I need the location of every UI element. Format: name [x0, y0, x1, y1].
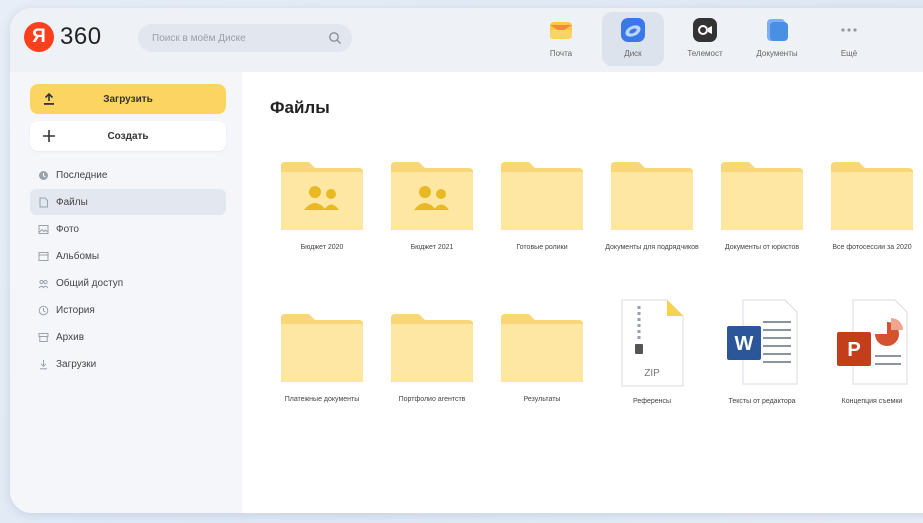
app-disk[interactable]: Диск [602, 12, 664, 66]
file-name: Документы для подрядчиков [605, 244, 699, 251]
app-telemost-label: Телемост [687, 49, 723, 58]
folder-icon [391, 314, 473, 382]
main-content: Файлы Бюджет 2020 Бюджет 2021 Готовые ро… [242, 72, 923, 513]
app-more[interactable]: Ещё [818, 12, 880, 66]
file-name: Концепция съемки [841, 398, 903, 405]
folder-icon [501, 162, 583, 230]
telemost-icon [693, 18, 717, 42]
app-documents-label: Документы [756, 49, 798, 58]
yandex-logo-icon: Я [24, 22, 54, 52]
file-item[interactable]: P Концепция съемки [822, 298, 922, 406]
sidebar-item-label: Фото [56, 223, 79, 235]
svg-text:W: W [735, 333, 754, 355]
logo-text: 360 [60, 23, 102, 50]
file-name: Референсы [632, 398, 672, 405]
sidebar-nav: Последние Файлы Фото Альбомы Общий досту… [30, 162, 226, 378]
folder-icon [501, 314, 583, 382]
disk-icon [621, 18, 645, 42]
sidebar-item-history[interactable]: История [30, 297, 226, 323]
sidebar-item-label: Альбомы [56, 250, 100, 262]
file-item[interactable]: ZIP Референсы [602, 298, 702, 406]
sidebar-item-downloads[interactable]: Загрузки [30, 351, 226, 377]
app-disk-label: Диск [624, 49, 642, 58]
create-button[interactable]: Создать [30, 121, 226, 151]
folder-item[interactable]: Результаты [492, 310, 592, 404]
mail-icon [550, 22, 572, 39]
app-switcher: Почта Диск Телемост Документы Ещё [530, 12, 890, 66]
folder-icon [281, 314, 363, 382]
zip-file-icon: ZIP [621, 299, 684, 387]
folder-icon [611, 162, 693, 230]
file-name: Бюджет 2021 [410, 244, 454, 251]
sidebar-item-files[interactable]: Файлы [30, 189, 226, 215]
documents-icon [767, 19, 788, 41]
sidebar-item-label: Архив [56, 331, 85, 343]
page-title: Файлы [270, 98, 330, 117]
history-icon [38, 305, 49, 315]
svg-text:P: P [847, 339, 860, 361]
sidebar-item-photo[interactable]: Фото [30, 216, 226, 242]
file-name: Документы от юристов [724, 244, 800, 251]
app-more-label: Ещё [840, 49, 858, 58]
folder-icon [831, 162, 913, 230]
sidebar-item-albums[interactable]: Альбомы [30, 243, 226, 269]
file-name: Готовые ролики [516, 244, 568, 251]
clock-icon [39, 170, 48, 180]
sidebar-item-archive[interactable]: Архив [30, 324, 226, 350]
upload-icon [44, 92, 54, 105]
file-name: Портфолио агентств [398, 396, 466, 403]
file-item[interactable]: W Тексты от редактора [712, 298, 812, 406]
folder-item[interactable]: Бюджет 2020 [272, 158, 372, 252]
folder-item[interactable]: Бюджет 2021 [382, 158, 482, 252]
shared-folder-icon [281, 162, 363, 230]
file-name: Платежные документы [284, 396, 360, 403]
powerpoint-document-icon: P [837, 299, 908, 385]
sidebar-item-label: Последние [56, 169, 108, 181]
folder-icon [721, 162, 803, 230]
folder-item[interactable]: Документы для подрядчиков [602, 158, 702, 252]
app-mail[interactable]: Почта [530, 12, 592, 66]
sidebar-item-recent[interactable]: Последние [30, 162, 226, 188]
app-documents[interactable]: Документы [746, 12, 808, 66]
app-telemost[interactable]: Телемост [674, 12, 736, 66]
folder-item[interactable]: Готовые ролики [492, 158, 592, 252]
yandex-360-logo[interactable]: Я 360 [24, 22, 102, 52]
folder-item[interactable]: Документы от юристов [712, 158, 812, 252]
sidebar: Загрузить Создать Последние Файлы Фото А… [10, 72, 242, 513]
folder-item[interactable]: Платежные документы [272, 310, 372, 404]
search-bar[interactable] [138, 24, 352, 52]
download-icon [40, 359, 47, 369]
more-icon [841, 28, 857, 32]
album-icon [38, 251, 49, 261]
sidebar-item-label: Загрузки [56, 358, 97, 370]
word-document-icon: W [727, 299, 798, 385]
file-name: Бюджет 2020 [300, 244, 344, 251]
create-button-label: Создать [107, 130, 149, 142]
file-name: Тексты от редактора [728, 398, 796, 405]
file-icon [39, 197, 48, 207]
file-name: Результаты [523, 396, 561, 403]
share-icon [38, 279, 49, 288]
photo-icon [38, 224, 49, 234]
search-icon[interactable] [328, 31, 342, 45]
file-name: Все фотосессии за 2020 [832, 244, 912, 251]
sidebar-item-label: Файлы [56, 196, 88, 208]
search-input[interactable] [150, 31, 324, 45]
svg-text:ZIP: ZIP [644, 368, 660, 379]
upload-button[interactable]: Загрузить [30, 84, 226, 114]
folder-item[interactable]: Портфолио агентств [382, 310, 482, 404]
shared-folder-icon [391, 162, 473, 230]
sidebar-item-label: История [56, 304, 95, 316]
top-bar: Я 360 Почта [10, 8, 923, 72]
plus-icon [43, 130, 55, 142]
app-mail-label: Почта [549, 49, 573, 58]
app-window: Я 360 Почта [10, 8, 923, 513]
sidebar-item-label: Общий доступ [56, 277, 124, 289]
upload-button-label: Загрузить [103, 93, 153, 105]
archive-icon [38, 332, 49, 342]
folder-item[interactable]: Все фотосессии за 2020 [822, 158, 922, 252]
sidebar-item-shared[interactable]: Общий доступ [30, 270, 226, 296]
